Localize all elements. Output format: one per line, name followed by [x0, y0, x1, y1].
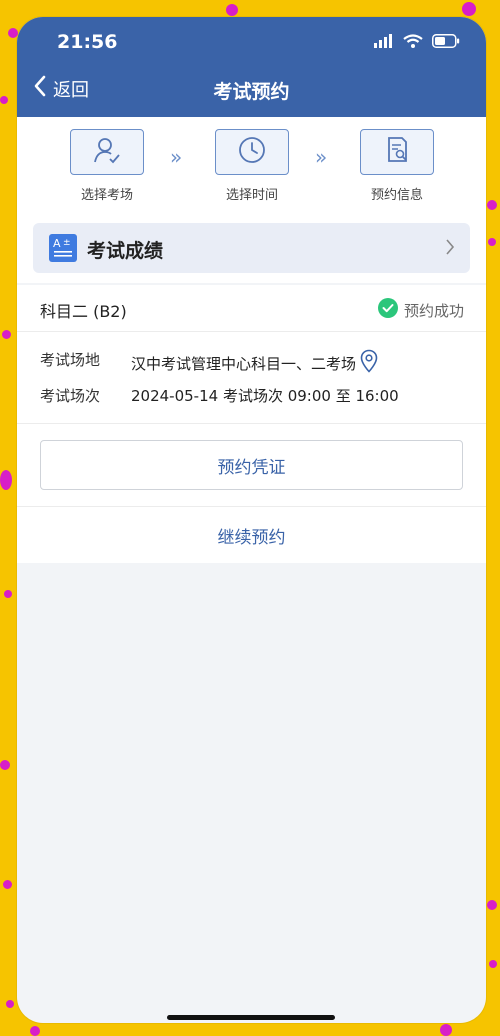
session-value: 2024-05-14 考试场次 09:00 至 16:00: [131, 387, 399, 405]
phone-screen: 21:56 返回 考试预约 选择考场 » 选择时间 » 预约信息 A ± 考试成…: [17, 17, 486, 1023]
info-label: 考试场次: [40, 387, 101, 405]
info-label: 考试场地: [40, 351, 101, 369]
exam-score-title: 考试成绩: [87, 240, 164, 262]
document-search-icon: [382, 135, 412, 169]
battery-icon: [432, 33, 460, 52]
info-row-session: 考试场次 2024-05-14 考试场次 09:00 至 16:00: [17, 375, 486, 411]
info-row-venue: 考试场地 汉中考试管理中心科目一、二考场: [17, 339, 486, 375]
continue-booking-button[interactable]: 继续预约: [17, 507, 486, 563]
wifi-icon: [403, 33, 423, 52]
location-pin-icon[interactable]: [360, 349, 378, 377]
home-indicator[interactable]: [167, 1015, 335, 1020]
exam-score-card[interactable]: A ± 考试成绩: [33, 223, 470, 273]
step-booking-info[interactable]: 预约信息: [360, 129, 434, 203]
status-text: 预约成功: [403, 301, 464, 320]
step-label: 选择时间: [225, 188, 278, 203]
clock-icon: [237, 135, 267, 169]
booking-result: 科目二 (B2) 预约成功 考试场地 汉中考试管理中心科目一、二考场 考试场次: [17, 285, 486, 563]
grade-icon: A ±: [49, 234, 77, 262]
exam-subject: 科目二 (B2): [40, 302, 127, 321]
step-indicator: 选择考场 » 选择时间 » 预约信息: [17, 117, 486, 213]
venue-value: 汉中考试管理中心科目一、二考场: [131, 354, 357, 373]
chevron-right-icon: [444, 237, 456, 261]
page-title: 考试预约: [213, 81, 290, 103]
svg-text:A: A: [53, 237, 61, 250]
double-chevron-icon: »: [170, 145, 183, 169]
step-select-venue[interactable]: 选择考场: [70, 129, 144, 203]
status-time: 21:56: [57, 31, 118, 53]
check-circle-icon: [377, 298, 398, 322]
step-select-time[interactable]: 选择时间: [215, 129, 289, 203]
step-label: 预约信息: [370, 188, 423, 203]
step-label: 选择考场: [80, 188, 133, 203]
person-check-icon: [92, 135, 122, 169]
signal-icon: [374, 33, 394, 52]
status-badge: 预约成功: [377, 298, 464, 322]
header: 21:56 返回 考试预约: [17, 17, 486, 117]
double-chevron-icon: »: [315, 145, 328, 169]
navbar: 返回 考试预约: [17, 65, 486, 117]
status-bar: 21:56: [17, 17, 486, 65]
svg-text:±: ±: [63, 238, 71, 248]
booking-voucher-button[interactable]: 预约凭证: [40, 440, 463, 490]
